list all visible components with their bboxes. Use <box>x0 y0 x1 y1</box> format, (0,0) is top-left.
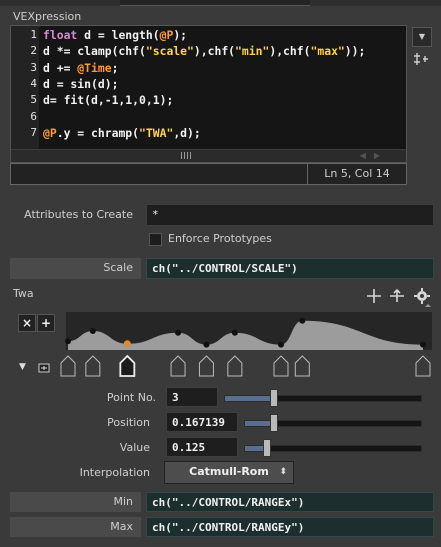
ramp-point-marker[interactable] <box>119 354 136 377</box>
ramp-point-marker[interactable] <box>415 355 431 377</box>
ramp-point-marker[interactable] <box>227 355 243 377</box>
ramp-point[interactable] <box>65 338 71 345</box>
dropdown-arrows-icon: ⬍ <box>279 467 287 477</box>
line-number: 1 <box>30 28 37 41</box>
point-no-label: Point No. <box>106 391 156 404</box>
line-number: 3 <box>30 60 37 74</box>
attributes-field[interactable]: * <box>146 204 434 226</box>
position-label: Position <box>107 416 150 429</box>
line-number: 2 <box>30 44 37 58</box>
value-label: Value <box>119 441 150 454</box>
editor-menu-button[interactable]: ▼ <box>412 27 432 47</box>
ramp-editor[interactable] <box>65 312 432 350</box>
ramp-expand-icon[interactable] <box>38 362 50 377</box>
interpolation-label: Interpolation <box>79 466 150 479</box>
line-number-gutter: 1 2 3 4 5 6 7 <box>11 26 39 150</box>
ramp-point[interactable] <box>123 340 131 348</box>
ramp-point-marker[interactable] <box>198 355 214 377</box>
top-field[interactable] <box>120 0 310 6</box>
line-number: 5 <box>30 93 37 107</box>
code-line[interactable]: d *= clamp(chf("scale"),chf("min"),chf("… <box>43 44 365 58</box>
position-field[interactable]: 0.167139 <box>166 412 238 432</box>
ramp-curve-fill <box>68 320 423 350</box>
min-field[interactable]: ch("../CONTROL/RANGEx") <box>146 492 434 512</box>
ramp-tool-icons <box>366 288 436 311</box>
position-slider-thumb[interactable] <box>270 414 279 432</box>
code-line[interactable]: d = sin(d); <box>43 77 118 91</box>
section-title: VEXpression <box>13 10 82 23</box>
ramp-point[interactable] <box>231 329 238 336</box>
ramp-point[interactable] <box>420 341 426 348</box>
scroll-grip-icon[interactable] <box>181 152 193 159</box>
code-editor[interactable]: 1 2 3 4 5 6 7 float d = length(@P); d *= clamp(… <box>10 25 407 163</box>
gear-icon <box>414 288 431 307</box>
point-no-slider-thumb[interactable] <box>270 389 278 407</box>
line-number: 7 <box>30 125 37 139</box>
move-point-tool-icon <box>390 288 404 302</box>
ramp-point[interactable] <box>89 328 96 334</box>
min-label: Min <box>10 492 141 512</box>
scale-label: Scale <box>10 258 141 279</box>
ramp-point-marker[interactable] <box>273 355 289 377</box>
ramp-point-marker[interactable] <box>85 355 101 377</box>
value-field[interactable]: 0.125 <box>166 437 238 457</box>
remove-point-button[interactable]: × <box>18 314 36 332</box>
max-label: Max <box>10 517 141 537</box>
add-point-button[interactable]: + <box>37 314 55 332</box>
ramp-point-marker[interactable] <box>294 355 310 377</box>
ramp-point-marker[interactable] <box>60 355 76 377</box>
ramp-point-marker[interactable] <box>170 355 186 377</box>
value-slider-thumb[interactable] <box>263 439 271 457</box>
ramp-point[interactable] <box>175 329 182 336</box>
top-strip <box>0 0 441 6</box>
horizontal-scrollbar[interactable]: ◀▶ <box>11 149 406 162</box>
interpolation-value: Catmull-Rom <box>189 465 269 478</box>
enforce-prototypes-label: Enforce Prototypes <box>168 232 272 245</box>
code-line[interactable]: float d = length(@P); <box>43 28 187 42</box>
scroll-arrows-icon[interactable]: ◀▶ <box>360 151 388 160</box>
point-no-slider[interactable] <box>224 395 422 402</box>
editor-status-bar: Ln 5, Col 14 <box>10 163 407 185</box>
code-line[interactable]: @P.y = chramp("TWA",d); <box>43 126 201 140</box>
ramp-point[interactable] <box>203 341 210 348</box>
expand-editor-icon[interactable] <box>414 52 428 70</box>
cursor-position: Ln 5, Col 14 <box>307 164 406 184</box>
ramp-point[interactable] <box>278 341 284 348</box>
add-point-tool-icon <box>367 289 381 303</box>
code-line[interactable]: d += @Time; <box>43 61 118 75</box>
line-number: 4 <box>30 76 37 90</box>
ramp-label: Twa <box>13 287 34 300</box>
point-no-field[interactable]: 3 <box>166 387 218 407</box>
enforce-prototypes-checkbox[interactable] <box>149 233 162 246</box>
max-field[interactable]: ch("../CONTROL/RANGEy") <box>146 517 434 537</box>
code-line[interactable]: d= fit(d,-1,1,0,1); <box>43 93 173 107</box>
attributes-label: Attributes to Create <box>24 208 133 221</box>
interpolation-dropdown[interactable]: Catmull-Rom ⬍ <box>164 461 294 484</box>
ramp-menu-arrow-icon[interactable]: ▼ <box>19 362 26 372</box>
ramp-point[interactable] <box>299 317 306 324</box>
point-no-slider-fill <box>225 396 274 401</box>
scale-field[interactable]: ch("../CONTROL/SCALE") <box>146 258 434 279</box>
line-number: 6 <box>30 109 37 123</box>
